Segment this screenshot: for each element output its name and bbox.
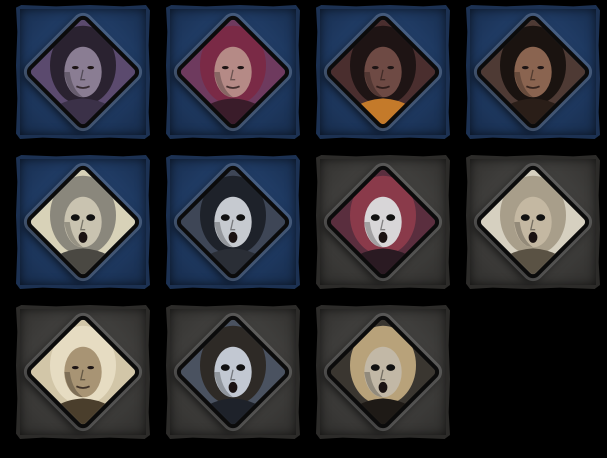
horror-mask-icon	[328, 167, 438, 277]
screaming-mask-icon	[28, 167, 138, 277]
character-tile-1[interactable]	[16, 5, 150, 139]
character-select-grid	[16, 5, 600, 439]
portrait-frame	[23, 162, 143, 282]
long-hair-man-icon	[178, 17, 288, 127]
bearded-brute-icon	[478, 17, 588, 127]
portrait-frame	[473, 162, 593, 282]
character-tile-10[interactable]	[166, 305, 300, 439]
character-tile-9[interactable]	[16, 305, 150, 439]
portrait-frame	[323, 162, 443, 282]
character-tile-4[interactable]	[466, 5, 600, 139]
portrait-frame	[473, 12, 593, 132]
portrait-frame	[23, 12, 143, 132]
character-tile-3[interactable]	[316, 5, 450, 139]
hockey-mask-icon	[178, 317, 288, 427]
portrait-frame	[173, 12, 293, 132]
straw-hat-icon	[328, 317, 438, 427]
portrait-frame	[323, 312, 443, 432]
character-tile-5[interactable]	[16, 155, 150, 289]
portrait-frame	[323, 12, 443, 132]
character-tile-2[interactable]	[166, 5, 300, 139]
portrait-frame	[173, 312, 293, 432]
pale-hair-woman-icon	[28, 317, 138, 427]
portrait-frame	[23, 312, 143, 432]
portrait-frame	[173, 162, 293, 282]
bald-monk-icon	[478, 167, 588, 277]
demon-man-icon	[328, 17, 438, 127]
character-tile-11[interactable]	[316, 305, 450, 439]
character-tile-8[interactable]	[466, 155, 600, 289]
white-mask-icon	[178, 167, 288, 277]
hooded-woman-icon	[28, 17, 138, 127]
character-tile-6[interactable]	[166, 155, 300, 289]
character-tile-7[interactable]	[316, 155, 450, 289]
